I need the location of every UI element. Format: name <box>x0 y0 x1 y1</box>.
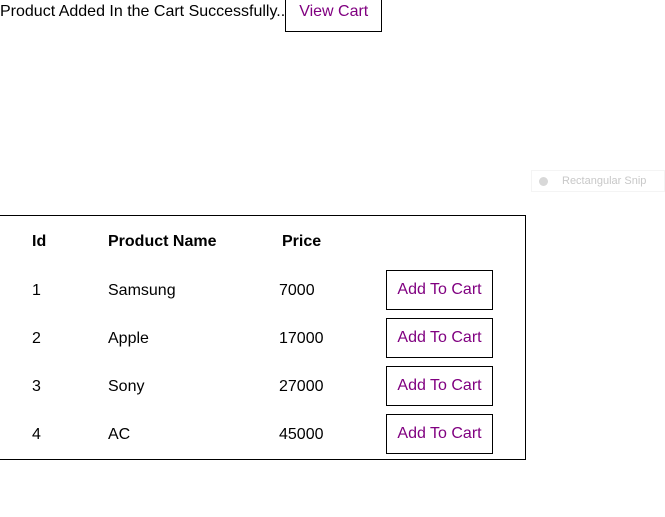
row-1-price: 7000 <box>279 282 315 299</box>
header-product-name: Product Name <box>108 233 217 250</box>
add-to-cart-button-3[interactable]: Add To Cart <box>386 366 493 406</box>
row-2-name: Apple <box>108 330 149 347</box>
row-3-name: Sony <box>108 378 145 395</box>
row-4-id: 4 <box>32 426 41 443</box>
row-4-name: AC <box>108 426 131 443</box>
row-2-price: 17000 <box>279 330 324 347</box>
row-4-price: 45000 <box>279 426 324 443</box>
page: Product Added In the Cart Successfully..… <box>0 0 665 517</box>
row-3-price: 27000 <box>279 378 324 395</box>
add-to-cart-button-4[interactable]: Add To Cart <box>386 414 493 454</box>
row-1-id: 1 <box>32 282 41 299</box>
header-price: Price <box>282 233 322 250</box>
snip-icon <box>539 176 548 186</box>
product-table: Id Product Name Price 1 Samsung 7000 Add… <box>0 215 526 460</box>
add-to-cart-button-2[interactable]: Add To Cart <box>386 318 493 358</box>
view-cart-button[interactable]: View Cart <box>285 0 383 32</box>
cart-notice: Product Added In the Cart Successfully..… <box>0 0 383 32</box>
header-id: Id <box>32 233 47 250</box>
success-message: Product Added In the Cart Successfully.. <box>0 3 286 20</box>
row-3-id: 3 <box>32 378 41 395</box>
rectangular-snip-tooltip: Rectangular Snip <box>531 170 665 192</box>
snip-label: Rectangular Snip <box>562 175 647 187</box>
row-1-name: Samsung <box>108 282 176 299</box>
row-2-id: 2 <box>32 330 41 347</box>
add-to-cart-button-1[interactable]: Add To Cart <box>386 270 493 310</box>
